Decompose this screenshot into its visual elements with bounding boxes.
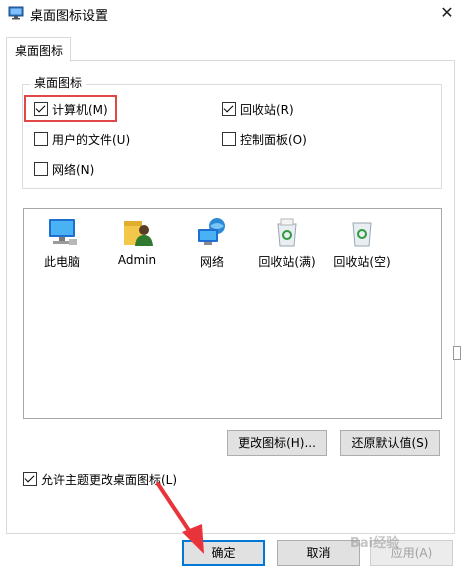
recycle-bin-checkbox[interactable]: 回收站(R) <box>222 101 294 119</box>
watermark: Bai经验 <box>350 536 400 551</box>
user-folder-icon <box>124 221 153 246</box>
computer-icon <box>49 219 77 245</box>
tab-label: 桌面图标 <box>15 44 64 58</box>
recycle-bin-empty-icon <box>352 222 372 247</box>
list-item-recycle-full[interactable]: 回收站(满) <box>253 215 321 270</box>
list-item-this-pc[interactable]: 此电脑 <box>28 215 96 270</box>
title-bar: 桌面图标设置 ✕ <box>0 0 461 28</box>
checkbox-checked-icon <box>23 471 37 486</box>
list-item-recycle-empty[interactable]: 回收站(空) <box>328 215 396 270</box>
group-title: 桌面图标 <box>30 74 87 91</box>
network-checkbox[interactable]: 网络(N) <box>34 161 94 179</box>
checkbox-unchecked-icon <box>222 131 236 146</box>
tab-desktop-icons[interactable]: 桌面图标 <box>6 37 71 62</box>
user-files-checkbox[interactable]: 用户的文件(U) <box>34 131 130 149</box>
annotation-arrow-icon <box>156 482 204 554</box>
checkbox-unchecked-icon <box>34 131 48 146</box>
list-item-admin[interactable]: Admin <box>103 215 171 267</box>
close-icon[interactable]: ✕ <box>436 2 458 24</box>
control-panel-checkbox[interactable]: 控制面板(O) <box>222 131 307 149</box>
icon-list[interactable]: 此电脑 Admin 网络 回收站(满) 回收站(空) <box>23 208 442 419</box>
scrollbar-nub[interactable] <box>453 346 461 360</box>
network-icon <box>198 218 225 245</box>
checkbox-checked-icon <box>222 101 236 116</box>
list-item-network[interactable]: 网络 <box>178 215 246 270</box>
restore-default-button[interactable]: 还原默认值(S) <box>340 430 440 456</box>
change-icon-button[interactable]: 更改图标(H)... <box>227 430 327 456</box>
window-title: 桌面图标设置 <box>30 9 109 24</box>
desktop-settings-icon <box>8 6 24 20</box>
recycle-bin-full-icon <box>277 218 297 247</box>
checkbox-unchecked-icon <box>34 161 48 176</box>
highlight-box <box>24 95 117 122</box>
cancel-button[interactable]: 取消 <box>277 540 360 566</box>
